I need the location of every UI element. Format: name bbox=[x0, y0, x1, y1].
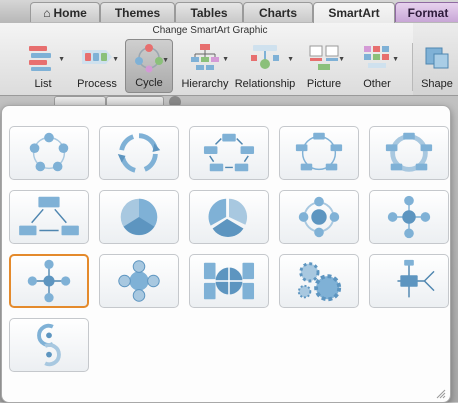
tab-smartart[interactable]: SmartArt bbox=[313, 2, 395, 24]
cycle-matrix-icon bbox=[203, 262, 255, 300]
arrow-cycle-icon bbox=[117, 133, 161, 173]
process-button[interactable]: ▼ Process bbox=[72, 39, 122, 93]
tab-label: Tables bbox=[190, 6, 228, 20]
chevron-down-icon: ▼ bbox=[162, 57, 169, 64]
basic-radial-icon bbox=[387, 195, 431, 239]
diverging-radial-icon bbox=[27, 259, 71, 303]
layout-diverging-radial[interactable] bbox=[9, 254, 89, 308]
tab-label: Themes bbox=[114, 6, 161, 20]
layout-continuous-cycle[interactable] bbox=[369, 126, 449, 180]
button-label: Hierarchy bbox=[181, 78, 229, 90]
segmented-cycle-icon bbox=[19, 196, 79, 236]
button-label: Picture bbox=[306, 78, 342, 90]
layout-basic-cycle[interactable] bbox=[9, 126, 89, 180]
other-button[interactable]: ▼ Other bbox=[352, 39, 402, 93]
smartart-layout-gallery bbox=[1, 105, 451, 403]
layout-cycle-matrix[interactable] bbox=[189, 254, 269, 308]
basic-cycle-icon bbox=[29, 132, 69, 172]
shape-button[interactable]: Shape bbox=[417, 39, 457, 93]
tab-themes[interactable]: Themes bbox=[100, 2, 175, 22]
tab-label: SmartArt bbox=[328, 6, 380, 20]
tab-home[interactable]: ⌂ Home bbox=[30, 2, 100, 22]
cycle-button[interactable]: ▼ Cycle bbox=[125, 39, 173, 93]
cycle-pie-icon bbox=[208, 198, 248, 237]
radial-venn-icon bbox=[118, 260, 160, 302]
cycle-layout-icon bbox=[135, 44, 163, 73]
layout-basic-radial[interactable] bbox=[369, 190, 449, 244]
layout-basic-pie[interactable] bbox=[99, 190, 179, 244]
home-icon: ⌂ bbox=[43, 6, 51, 20]
other-layout-icon bbox=[364, 46, 389, 68]
layout-arrow-cycle[interactable] bbox=[99, 126, 179, 180]
layout-gear[interactable] bbox=[279, 254, 359, 308]
layout-radial-cluster[interactable] bbox=[369, 254, 449, 308]
tab-label: Charts bbox=[258, 6, 297, 20]
continuous-cycle-icon bbox=[385, 132, 433, 172]
layout-segmented-cycle[interactable] bbox=[9, 190, 89, 244]
tab-tables[interactable]: Tables bbox=[175, 2, 243, 22]
relationship-layout-icon bbox=[251, 45, 279, 69]
layout-block-cycle[interactable] bbox=[279, 126, 359, 180]
button-label: Process bbox=[77, 78, 117, 90]
layout-circle-arrow-process[interactable] bbox=[9, 318, 89, 372]
layout-radial-venn[interactable] bbox=[99, 254, 179, 308]
radial-cluster-icon bbox=[397, 259, 435, 298]
relationship-button[interactable]: ▼ Relationship bbox=[233, 39, 297, 93]
chevron-down-icon: ▼ bbox=[112, 56, 119, 63]
tab-label: Home bbox=[53, 6, 87, 20]
tab-format[interactable]: Format bbox=[395, 2, 458, 22]
radial-cycle-icon bbox=[298, 196, 340, 238]
block-cycle-icon bbox=[295, 132, 343, 171]
text-cycle-icon bbox=[203, 133, 255, 172]
chevron-down-icon: ▼ bbox=[338, 56, 345, 63]
list-button[interactable]: ▼ List bbox=[18, 39, 68, 93]
button-label: Cycle bbox=[135, 77, 163, 89]
list-layout-icon bbox=[29, 46, 51, 71]
layout-cycle-pie[interactable] bbox=[189, 190, 269, 244]
hierarchy-layout-icon bbox=[191, 44, 219, 70]
button-label: Other bbox=[363, 78, 391, 90]
circle-arrow-process-icon bbox=[37, 323, 61, 367]
tab-label: Format bbox=[407, 6, 449, 20]
tab-charts[interactable]: Charts bbox=[243, 2, 313, 22]
chevron-down-icon: ▼ bbox=[287, 56, 294, 63]
chevron-down-icon: ▼ bbox=[222, 56, 229, 63]
group-title: Change SmartArt Graphic bbox=[152, 25, 268, 36]
ribbon-panel: Change SmartArt Graphic ▼ List ▼ Process bbox=[0, 23, 458, 96]
chevron-down-icon: ▼ bbox=[392, 56, 399, 63]
layout-radial-cycle[interactable] bbox=[279, 190, 359, 244]
gear-icon bbox=[297, 262, 342, 302]
picture-layout-icon bbox=[309, 45, 339, 70]
hierarchy-button[interactable]: ▼ Hierarchy bbox=[178, 39, 232, 93]
basic-pie-icon bbox=[120, 198, 158, 236]
picture-button[interactable]: ▼ Picture bbox=[300, 39, 348, 93]
button-label: List bbox=[34, 78, 52, 90]
resize-grip-icon[interactable] bbox=[436, 389, 446, 399]
layout-text-cycle[interactable] bbox=[189, 126, 269, 180]
chevron-down-icon: ▼ bbox=[58, 56, 65, 63]
button-label: Relationship bbox=[234, 78, 296, 90]
button-label: Shape bbox=[421, 78, 453, 90]
ribbon-tab-bar: ⌂ Home Themes Tables Charts SmartArt Form… bbox=[0, 0, 458, 24]
process-layout-icon bbox=[82, 50, 112, 64]
shape-icon bbox=[425, 47, 449, 69]
